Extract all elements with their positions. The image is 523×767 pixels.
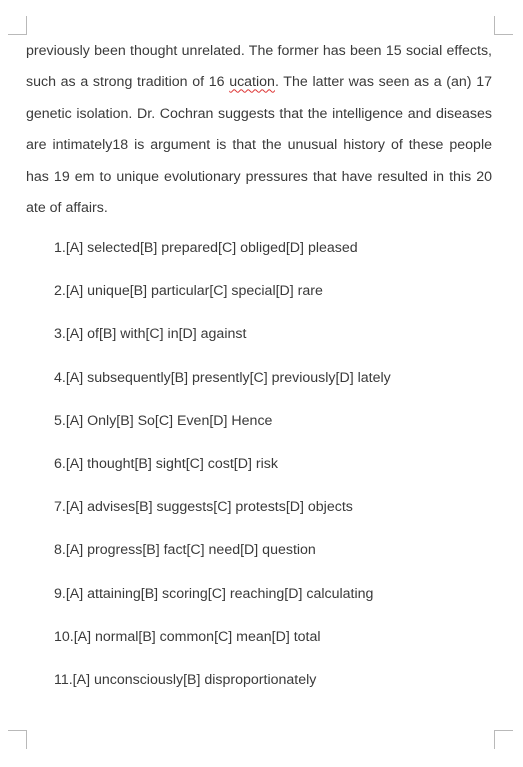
document-page: previously been thought unrelated. The f… <box>0 0 523 767</box>
option-item-2[interactable]: 2.[A] unique[B] particular[C] special[D]… <box>54 277 391 320</box>
option-item-10[interactable]: 10.[A] normal[B] common[C] mean[D] total <box>54 623 391 666</box>
option-item-5[interactable]: 5.[A] Only[B] So[C] Even[D] Hence <box>54 407 391 450</box>
option-item-11[interactable]: 11.[A] unconsciously[B] disproportionate… <box>54 666 391 709</box>
spellcheck-flagged-word[interactable]: ucation <box>229 74 275 90</box>
answer-options-list: 1.[A] selected[B] prepared[C] obliged[D]… <box>54 234 391 709</box>
top-right-crop-mark <box>494 16 513 35</box>
passage-paragraph[interactable]: previously been thought unrelated. The f… <box>26 36 492 224</box>
passage-text-end: . The latter was seen as a (an) 17 genet… <box>26 74 492 217</box>
top-left-crop-mark <box>8 16 27 35</box>
option-item-6[interactable]: 6.[A] thought[B] sight[C] cost[D] risk <box>54 450 391 493</box>
option-item-1[interactable]: 1.[A] selected[B] prepared[C] obliged[D]… <box>54 234 391 277</box>
option-item-7[interactable]: 7.[A] advises[B] suggests[C] protests[D]… <box>54 493 391 536</box>
bottom-right-crop-mark <box>494 730 513 749</box>
option-item-9[interactable]: 9.[A] attaining[B] scoring[C] reaching[D… <box>54 580 391 623</box>
option-item-3[interactable]: 3.[A] of[B] with[C] in[D] against <box>54 320 391 363</box>
bottom-left-crop-mark <box>8 730 27 749</box>
option-item-4[interactable]: 4.[A] subsequently[B] presently[C] previ… <box>54 364 391 407</box>
option-item-8[interactable]: 8.[A] progress[B] fact[C] need[D] questi… <box>54 536 391 579</box>
